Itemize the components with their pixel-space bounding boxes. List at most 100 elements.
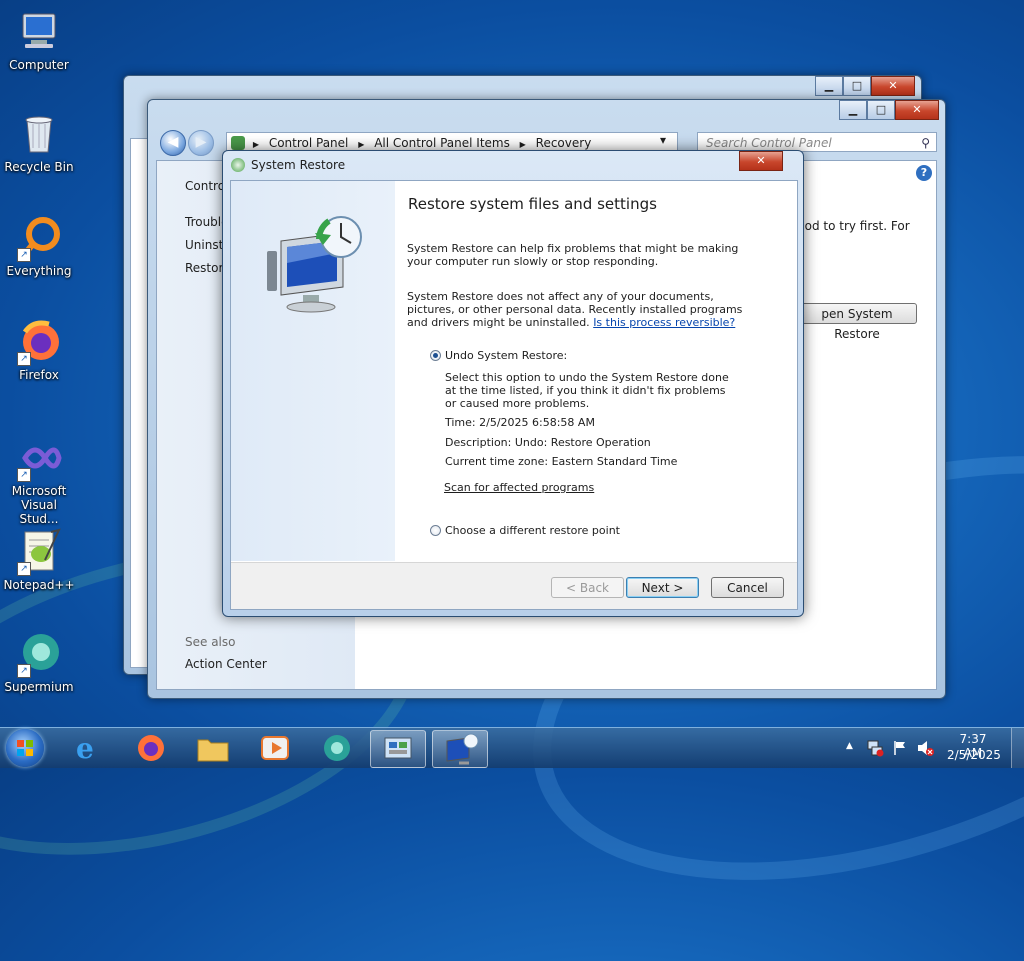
computer-icon [15, 8, 63, 56]
undo-description: Select this option to undo the System Re… [445, 371, 729, 410]
desktop-icon-recycle-bin[interactable]: Recycle Bin [0, 110, 78, 174]
shortcut-arrow-icon: ↗ [17, 562, 31, 576]
desktop-icon-everything[interactable]: ↗ Everything [0, 214, 78, 278]
desktop-icon-label: Firefox [19, 368, 59, 382]
address-dropdown[interactable]: ▾ [660, 133, 666, 147]
taskbar-firefox[interactable] [124, 730, 178, 766]
search-input[interactable]: Search Control Panel ⚲ [697, 132, 937, 152]
undo-restore-label[interactable]: Undo System Restore: [445, 349, 567, 362]
desktop-icon-visual-studio[interactable]: ↗ Microsoft Visual Stud... [0, 434, 78, 526]
start-button[interactable] [6, 729, 44, 767]
dialog-side-panel [231, 181, 395, 561]
action-center-flag-icon[interactable] [892, 739, 908, 757]
scan-affected-programs-link[interactable]: Scan for affected programs [444, 481, 594, 494]
restore-time: Time: 2/5/2025 6:58:58 AM [445, 416, 595, 429]
supermium-icon [324, 735, 350, 761]
cancel-button[interactable]: Cancel [711, 577, 784, 598]
visual-studio-icon: ↗ [15, 434, 63, 482]
help-icon[interactable]: ? [916, 165, 932, 181]
back-button[interactable]: < Back [551, 577, 624, 598]
shortcut-arrow-icon: ↗ [17, 352, 31, 366]
maximize-button[interactable]: □ [843, 76, 871, 96]
internet-explorer-icon: e [76, 732, 94, 765]
system-restore-icon [446, 733, 479, 765]
breadcrumb-control-panel[interactable]: Control Panel [269, 136, 349, 150]
desktop-icon-label: Computer [9, 58, 69, 72]
show-hidden-icons[interactable]: ▲ [846, 741, 853, 751]
taskbar-system-restore[interactable] [432, 730, 488, 768]
minimize-button[interactable]: ▁ [839, 100, 867, 120]
left-link-control-panel-home[interactable]: Contro [185, 179, 225, 193]
see-also-heading: See also [185, 635, 236, 649]
reversible-link[interactable]: Is this process reversible? [593, 316, 735, 329]
clock-date[interactable]: 2/5/2025 [947, 748, 1001, 762]
undo-restore-radio[interactable] [430, 350, 441, 361]
back-button[interactable]: ◀ [160, 130, 186, 156]
dialog-title: System Restore [251, 158, 346, 172]
desktop-icon-computer[interactable]: Computer [0, 8, 78, 72]
window-caption-buttons: ▁ □ ✕ [839, 100, 939, 120]
desktop-icon-notepadpp[interactable]: ↗ Notepad++ [0, 528, 78, 592]
open-system-restore-button[interactable]: pen System Restore [797, 303, 917, 341]
taskbar-internet-explorer[interactable]: e [62, 730, 116, 766]
recycle-bin-icon [15, 110, 63, 158]
shortcut-arrow-icon: ↗ [17, 248, 31, 262]
shortcut-arrow-icon: ↗ [17, 664, 31, 678]
desktop-icon-supermium[interactable]: ↗ Supermium [0, 630, 78, 694]
control-panel-icon [384, 737, 412, 759]
taskbar-control-panel[interactable] [370, 730, 426, 768]
shortcut-arrow-icon: ↗ [17, 468, 31, 482]
choose-restore-point-radio[interactable] [430, 525, 441, 536]
search-icon[interactable]: ⚲ [921, 133, 930, 153]
close-button[interactable]: ✕ [871, 76, 915, 96]
desktop-icon-label: Microsoft Visual Stud... [11, 484, 67, 526]
taskbar-file-explorer[interactable] [186, 730, 240, 766]
dialog-content: Restore system files and settings System… [230, 180, 798, 610]
firefox-icon: ↗ [15, 318, 63, 366]
minimize-button[interactable]: ▁ [815, 76, 843, 96]
breadcrumb-separator: ▶ [358, 140, 365, 149]
supermium-icon: ↗ [15, 630, 63, 678]
dialog-footer: < Back Next > Cancel [231, 562, 797, 609]
recovery-body-text: hod to try first. For [797, 219, 910, 233]
action-center-link[interactable]: Action Center [185, 657, 267, 671]
system-restore-dialog[interactable]: System Restore ✕ Restore system files an… [222, 150, 804, 617]
dialog-heading: Restore system files and settings [408, 195, 657, 213]
breadcrumb-separator: ▶ [519, 140, 526, 149]
data-safety-paragraph: System Restore does not affect any of yo… [407, 290, 752, 329]
breadcrumb-recovery[interactable]: Recovery [536, 136, 592, 150]
dialog-close-button[interactable]: ✕ [739, 151, 783, 171]
everything-icon: ↗ [15, 214, 63, 262]
show-desktop-button[interactable] [1011, 728, 1024, 768]
desktop-icon-label: Everything [6, 264, 72, 278]
firefox-icon [138, 735, 164, 761]
media-player-icon [261, 736, 289, 760]
taskbar-media-player[interactable] [248, 730, 302, 766]
control-panel-icon [231, 136, 245, 150]
restore-description: Description: Undo: Restore Operation [445, 436, 651, 449]
notepadpp-icon: ↗ [15, 528, 63, 576]
intro-paragraph: System Restore can help fix problems tha… [407, 242, 739, 268]
search-placeholder: Search Control Panel [706, 136, 832, 150]
taskbar-supermium[interactable] [310, 730, 364, 766]
folder-icon [197, 739, 229, 762]
windows-logo-icon [17, 740, 33, 756]
next-button[interactable]: Next > [626, 577, 699, 598]
system-restore-title-icon [231, 158, 245, 172]
forward-button[interactable]: ▶ [188, 130, 214, 156]
volume-muted-icon[interactable] [916, 739, 934, 757]
breadcrumb-separator: ▶ [252, 140, 259, 149]
maximize-button[interactable]: □ [867, 100, 895, 120]
breadcrumb-all-items[interactable]: All Control Panel Items [374, 136, 510, 150]
svg-text:e: e [76, 732, 94, 765]
restore-timezone: Current time zone: Eastern Standard Time [445, 455, 678, 468]
close-button[interactable]: ✕ [895, 100, 939, 120]
desktop-icon-label: Notepad++ [3, 578, 75, 592]
network-status-icon[interactable] [866, 739, 884, 757]
desktop-icon-label: Supermium [4, 680, 74, 694]
desktop-icon-firefox[interactable]: ↗ Firefox [0, 318, 78, 382]
taskbar: e ▲ 7:37 AM 2/5/2025 [0, 727, 1024, 768]
choose-restore-point-label[interactable]: Choose a different restore point [445, 524, 620, 537]
system-restore-icon [267, 216, 362, 313]
window-caption-buttons: ▁ □ ✕ [815, 76, 915, 96]
